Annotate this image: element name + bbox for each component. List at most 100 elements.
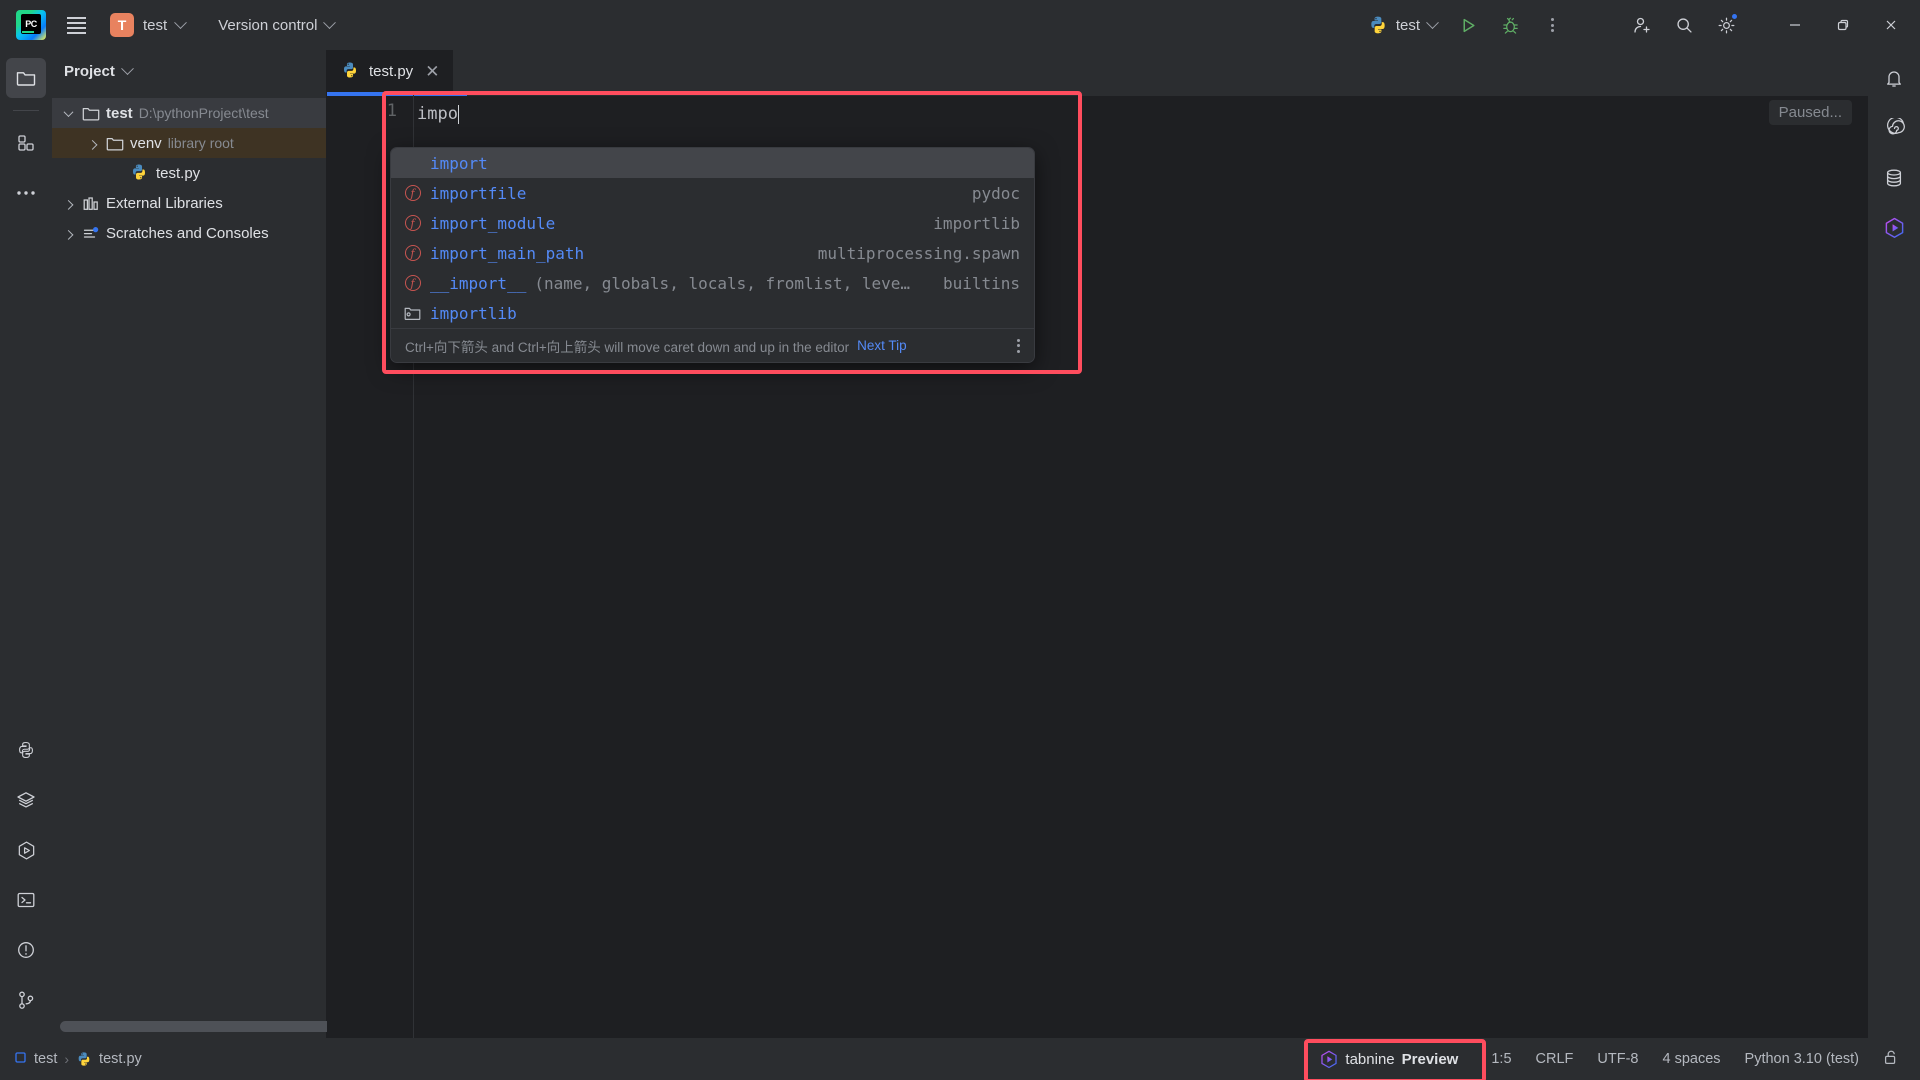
function-icon: f bbox=[403, 245, 422, 261]
sidebar-item-terminal[interactable] bbox=[6, 880, 46, 920]
close-icon[interactable] bbox=[1868, 5, 1914, 45]
project-avatar: T bbox=[110, 13, 134, 37]
sidebar-item-problems[interactable] bbox=[6, 930, 46, 970]
version-control-label: Version control bbox=[218, 17, 317, 34]
completion-label: importlib bbox=[430, 304, 517, 323]
debug-icon[interactable] bbox=[1490, 5, 1530, 45]
chevron-down-icon[interactable] bbox=[121, 62, 134, 75]
rail-divider bbox=[13, 110, 39, 111]
run-icon[interactable] bbox=[1448, 5, 1488, 45]
indent-label[interactable]: 4 spaces bbox=[1654, 1047, 1730, 1071]
hamburger-menu-icon[interactable] bbox=[56, 5, 96, 45]
function-icon: f bbox=[403, 215, 422, 231]
completion-label: __import__ bbox=[430, 274, 526, 293]
chevron-right-icon[interactable] bbox=[60, 195, 76, 211]
code-line-1[interactable]: impo bbox=[413, 101, 1868, 127]
project-tree: test D:\pythonProject\test venv library … bbox=[52, 92, 326, 1038]
completion-item-import-main-path[interactable]: f import_main_path multiprocessing.spawn bbox=[391, 238, 1034, 268]
sidebar-item-structure[interactable] bbox=[6, 123, 46, 163]
run-configuration-selector[interactable]: test bbox=[1359, 7, 1446, 43]
python-file-icon bbox=[341, 61, 361, 81]
line-separator-label[interactable]: CRLF bbox=[1527, 1047, 1583, 1071]
python-file-icon bbox=[130, 163, 150, 183]
tabnine-hex-icon bbox=[1320, 1050, 1338, 1069]
sidebar-item-tabnine[interactable] bbox=[1874, 208, 1914, 248]
tree-label: venv bbox=[130, 135, 162, 152]
restore-window-icon[interactable] bbox=[1820, 5, 1866, 45]
minimize-icon[interactable] bbox=[1772, 5, 1818, 45]
completion-module: builtins bbox=[943, 274, 1020, 293]
editor-tab-test-py[interactable]: test.py ✕ bbox=[327, 50, 453, 92]
completion-item-dunder-import[interactable]: f __import__ (name, globals, locals, fro… bbox=[391, 268, 1034, 298]
status-bar-right: tabnine Preview 1:5 CRLF UTF-8 4 spaces … bbox=[1310, 1045, 1908, 1074]
completion-item-importfile[interactable]: f importfile pydoc bbox=[391, 178, 1034, 208]
completion-label: import_main_path bbox=[430, 244, 584, 263]
more-vertical-icon[interactable] bbox=[1013, 333, 1024, 359]
next-tip-link[interactable]: Next Tip bbox=[857, 338, 907, 353]
project-name-label: test bbox=[143, 17, 167, 34]
tree-node-test[interactable]: test D:\pythonProject\test bbox=[52, 98, 326, 128]
sidebar-item-python-packages[interactable] bbox=[6, 730, 46, 770]
add-account-icon[interactable] bbox=[1622, 5, 1662, 45]
tabnine-status-widget[interactable]: tabnine Preview bbox=[1310, 1046, 1468, 1073]
tree-label: test bbox=[106, 105, 133, 122]
tree-node-scratches-and-consoles[interactable]: Scratches and Consoles bbox=[52, 218, 326, 248]
tree-node-test-py[interactable]: test.py bbox=[52, 158, 326, 188]
completion-args: (name, globals, locals, fromlist, leve… bbox=[534, 274, 910, 293]
code-text: impo bbox=[417, 104, 458, 124]
folder-icon bbox=[82, 106, 100, 121]
sidebar-item-more[interactable] bbox=[6, 173, 46, 213]
sidebar-item-notifications[interactable] bbox=[1874, 58, 1914, 98]
completion-module: importlib bbox=[933, 214, 1020, 233]
breadcrumb: test › test.py bbox=[14, 1051, 142, 1068]
tabnine-state-label: Preview bbox=[1402, 1051, 1459, 1068]
caret-position-label[interactable]: 1:5 bbox=[1482, 1047, 1520, 1071]
module-icon bbox=[14, 1051, 27, 1068]
chevron-down-icon bbox=[324, 16, 337, 29]
folder-icon bbox=[106, 136, 124, 151]
completion-item-import[interactable]: import bbox=[391, 148, 1034, 178]
paused-status-chip[interactable]: Paused... bbox=[1769, 100, 1852, 125]
sidebar-item-database[interactable] bbox=[1874, 158, 1914, 198]
left-rail-bottom bbox=[6, 730, 46, 1038]
more-vertical-icon[interactable] bbox=[1532, 5, 1572, 45]
module-icon bbox=[403, 306, 422, 321]
chevron-right-icon[interactable] bbox=[60, 225, 76, 241]
completion-item-import-module[interactable]: f import_module importlib bbox=[391, 208, 1034, 238]
sidebar-item-layers[interactable] bbox=[6, 780, 46, 820]
left-tool-rail bbox=[0, 50, 52, 1038]
project-panel-header: Project bbox=[52, 50, 326, 92]
unlocked-icon[interactable] bbox=[1874, 1045, 1908, 1074]
tree-node-venv[interactable]: venv library root bbox=[52, 128, 326, 158]
text-caret bbox=[458, 105, 460, 124]
completion-label: import_module bbox=[430, 214, 555, 233]
python-icon bbox=[1368, 15, 1388, 35]
chevron-right-icon[interactable] bbox=[84, 135, 100, 151]
title-bar-right: test bbox=[1359, 5, 1914, 45]
scrollbar-thumb[interactable] bbox=[60, 1021, 345, 1032]
chevron-down-icon bbox=[1426, 16, 1439, 29]
search-icon[interactable] bbox=[1664, 5, 1704, 45]
completion-module: multiprocessing.spawn bbox=[818, 244, 1020, 263]
completion-item-importlib[interactable]: importlib bbox=[391, 298, 1034, 328]
close-icon[interactable]: ✕ bbox=[421, 63, 443, 80]
breadcrumb-item-file[interactable]: test.py bbox=[99, 1051, 142, 1067]
tree-node-external-libraries[interactable]: External Libraries bbox=[52, 188, 326, 218]
editor-area: test.py ✕ 1 impo Paused... bbox=[327, 50, 1868, 1038]
code-completion-popup[interactable]: import f importfile pydoc f import_modul… bbox=[390, 147, 1035, 363]
breadcrumb-item-project[interactable]: test bbox=[34, 1051, 57, 1067]
sidebar-item-version-control[interactable] bbox=[6, 980, 46, 1020]
code-editor[interactable]: 1 impo Paused... import bbox=[327, 92, 1868, 1038]
title-bar: PC T test Version control bbox=[0, 0, 1920, 50]
version-control-widget[interactable]: Version control bbox=[208, 7, 344, 43]
function-icon: f bbox=[403, 185, 422, 201]
interpreter-label[interactable]: Python 3.10 (test) bbox=[1736, 1047, 1868, 1071]
project-widget[interactable]: T test bbox=[104, 7, 194, 43]
sidebar-item-ai-assistant[interactable] bbox=[1874, 108, 1914, 148]
chevron-down-icon[interactable] bbox=[60, 105, 76, 121]
settings-gear-icon[interactable] bbox=[1706, 5, 1746, 45]
project-panel-horizontal-scrollbar[interactable] bbox=[60, 1021, 316, 1032]
sidebar-item-run[interactable] bbox=[6, 830, 46, 870]
encoding-label[interactable]: UTF-8 bbox=[1588, 1047, 1647, 1071]
sidebar-item-project[interactable] bbox=[6, 58, 46, 98]
